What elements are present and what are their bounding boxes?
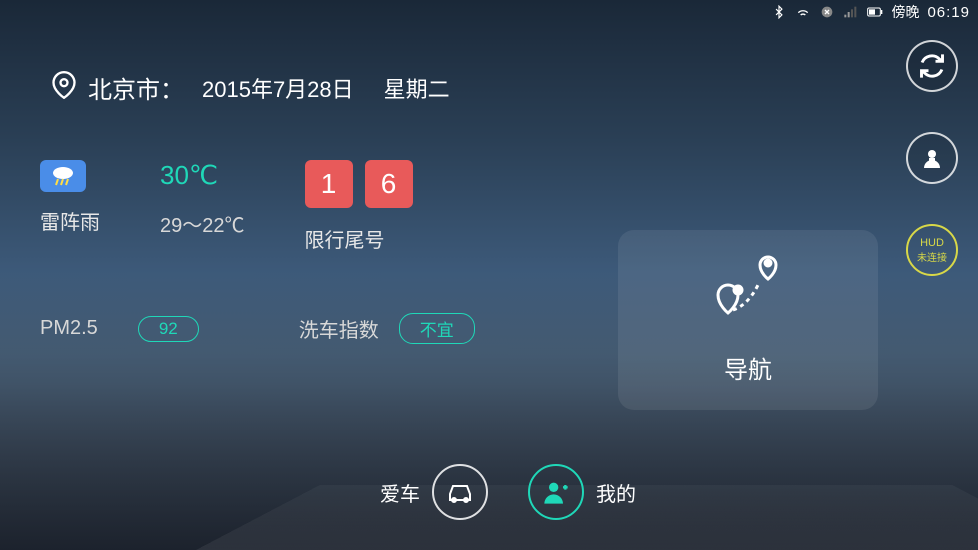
navigation-tile[interactable]: 导航: [618, 230, 878, 410]
weather-condition-block: 雷阵雨: [40, 160, 100, 235]
temp-range: 29～22℃: [160, 209, 245, 238]
hud-status: 未连接: [917, 249, 947, 264]
route-icon: [703, 255, 793, 330]
navigation-label: 导航: [724, 350, 772, 385]
restrict-digit-2: 6: [365, 160, 413, 208]
car-icon: [432, 464, 488, 520]
sync-status-icon: [819, 4, 835, 20]
restrict-digit-1: 1: [305, 160, 353, 208]
date-text: 2015年7月28日: [202, 72, 354, 104]
wifi-icon: [795, 4, 811, 20]
restrict-label: 限行尾号: [305, 224, 413, 253]
my-profile-button[interactable]: 我的: [528, 464, 636, 520]
car-wash-value: 不宜: [399, 313, 475, 344]
battery-icon: [867, 4, 883, 20]
status-period: 傍晚: [891, 2, 919, 22]
refresh-button[interactable]: [906, 40, 958, 92]
my-car-label: 爱车: [380, 478, 420, 507]
signal-icon: [843, 4, 859, 20]
pm25-value: 92: [138, 316, 199, 342]
hud-label: HUD: [920, 237, 944, 249]
user-add-icon: [528, 464, 584, 520]
location-name: 北京市：: [88, 70, 184, 105]
location-header: 北京市： 2015年7月28日 星期二: [50, 70, 450, 105]
status-bar: 傍晚 06:19: [763, 0, 978, 24]
weekday-text: 星期二: [384, 72, 450, 104]
temperature-block: 30℃ 29～22℃: [160, 160, 245, 238]
car-wash-label: 洗车指数: [299, 314, 379, 343]
traffic-restriction-block: 1 6 限行尾号: [305, 160, 413, 253]
hud-button[interactable]: HUD 未连接: [906, 224, 958, 276]
location-pin-icon: [50, 71, 78, 104]
weather-panel: 雷阵雨 30℃ 29～22℃ 1 6 限行尾号 PM2.5 92 洗车指数 不宜: [40, 160, 560, 344]
temp-current: 30℃: [160, 160, 245, 191]
pm25-label: PM2.5: [40, 317, 98, 340]
weather-icon: [40, 160, 86, 192]
my-car-button[interactable]: 爱车: [380, 464, 488, 520]
bluetooth-icon: [771, 4, 787, 20]
profile-button[interactable]: [906, 132, 958, 184]
my-profile-label: 我的: [596, 478, 636, 507]
status-time: 06:19: [927, 4, 970, 21]
weather-condition: 雷阵雨: [40, 206, 100, 235]
